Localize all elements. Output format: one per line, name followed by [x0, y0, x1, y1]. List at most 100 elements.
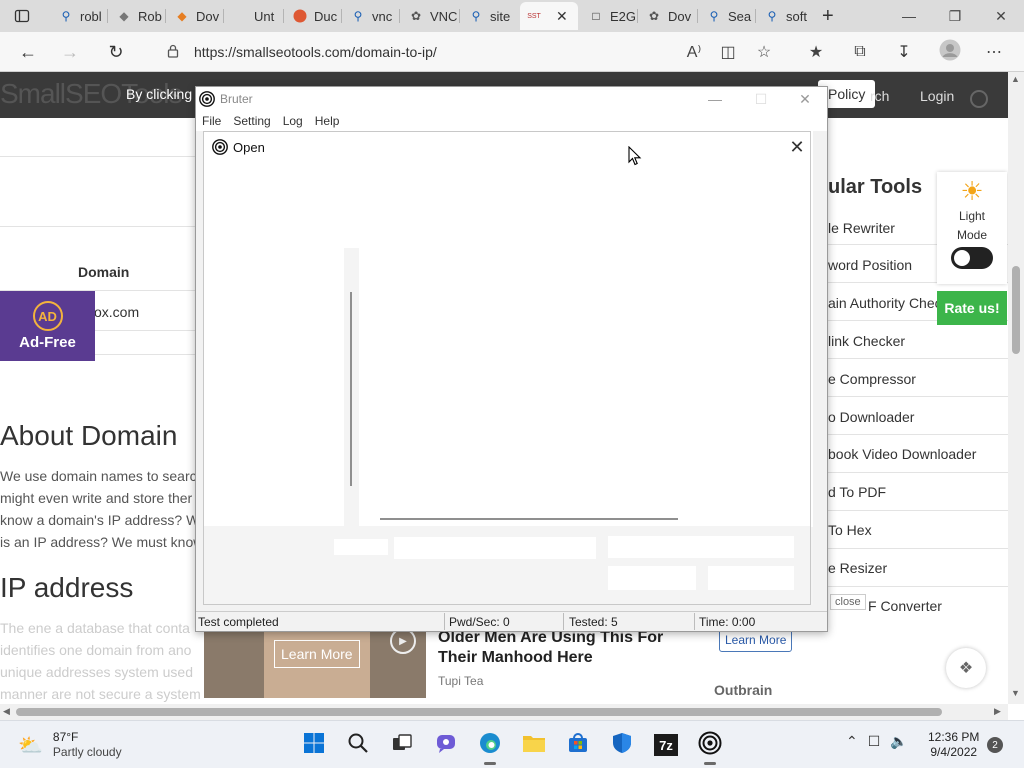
ad-free-button[interactable]: AD Ad-Free: [0, 291, 95, 361]
chevron-up-icon[interactable]: ⌃: [846, 733, 858, 750]
read-aloud-button[interactable]: A⁾: [678, 36, 710, 68]
bruter-taskbar-button[interactable]: [694, 729, 726, 765]
bruter-close-button[interactable]: ✕: [782, 87, 828, 111]
menu-log[interactable]: Log: [277, 111, 309, 131]
ad-close-button[interactable]: close: [830, 594, 866, 610]
search-link[interactable]: rch: [870, 88, 889, 104]
tab-12[interactable]: ⚲ soft: [758, 2, 814, 30]
tab-6[interactable]: ✿ VNC: [402, 2, 460, 30]
tool-link[interactable]: book Video Downloader: [828, 446, 976, 462]
maximize-icon: ☐: [754, 90, 768, 107]
favorites-button[interactable]: ★: [800, 36, 832, 68]
tab-3[interactable]: Unt: [226, 2, 284, 30]
tab-1[interactable]: ◆ Rob: [110, 2, 166, 30]
store-button[interactable]: [562, 729, 594, 761]
reader-view-button[interactable]: ◫: [712, 36, 744, 68]
refresh-button[interactable]: ↻: [100, 36, 132, 68]
file-explorer-button[interactable]: [518, 729, 550, 761]
tab-5[interactable]: ⚲ vnc: [344, 2, 400, 30]
7zip-button[interactable]: 7z: [650, 729, 682, 761]
bug-report-button[interactable]: ❖: [946, 648, 986, 688]
tool-link[interactable]: ain Authority Chec: [828, 295, 942, 311]
profile-button[interactable]: [934, 36, 966, 68]
close-icon: ✕: [995, 7, 1007, 24]
light-mode-toggle[interactable]: [951, 247, 993, 269]
edge-button[interactable]: [474, 729, 506, 765]
taskbar-search-button[interactable]: [342, 729, 374, 761]
outbrain-logo[interactable]: Outbrain: [714, 682, 772, 698]
bruter-status-bar: Test completed Pwd/Sec: 0 Tested: 5 Time…: [196, 611, 827, 631]
paragraph-line: We use domain names to searc: [0, 468, 197, 484]
tab-8-active[interactable]: SST ✕: [520, 2, 578, 30]
restore-button[interactable]: ❐: [932, 0, 978, 32]
tab-9[interactable]: □ E2G: [582, 2, 638, 30]
tool-link[interactable]: F Converter: [868, 598, 942, 614]
tab-0[interactable]: ⚲ robl: [52, 2, 108, 30]
tool-link[interactable]: link Checker: [828, 333, 905, 349]
horizontal-scrollbar[interactable]: ◀ ▶: [0, 704, 1008, 720]
tool-link[interactable]: e Compressor: [828, 371, 916, 387]
tool-link[interactable]: le Rewriter: [828, 220, 895, 236]
outbrain-ad[interactable]: Learn More ▶ Older Men Are Using This Fo…: [204, 628, 804, 698]
bruter-title-bar[interactable]: Bruter — ☐ ✕: [196, 87, 827, 111]
file-explorer-icon: [522, 732, 546, 759]
open-dialog-close-button[interactable]: ✕: [786, 136, 808, 158]
start-button[interactable]: [298, 729, 330, 761]
mouse-cursor-icon: [628, 145, 642, 166]
search-icon[interactable]: [970, 90, 988, 108]
notification-badge[interactable]: 2: [987, 737, 1003, 753]
close-browser-button[interactable]: ✕: [978, 0, 1024, 32]
tab-11[interactable]: ⚲ Sea: [700, 2, 756, 30]
tab-actions-button[interactable]: [8, 2, 44, 30]
ad-headline[interactable]: Older Men Are Using This For Their Manho…: [438, 628, 698, 668]
defender-button[interactable]: [606, 729, 638, 761]
forward-button[interactable]: →: [54, 36, 86, 68]
url-bar[interactable]: https://smallseotools.com/domain-to-ip/: [150, 37, 710, 67]
add-favorite-button[interactable]: ☆: [748, 36, 780, 68]
scroll-right-icon[interactable]: ▶: [994, 706, 1001, 717]
menu-file[interactable]: File: [196, 111, 227, 131]
clock[interactable]: 12:36 PM 9/4/2022: [928, 730, 979, 760]
bruter-minimize-button[interactable]: —: [692, 87, 738, 111]
tool-link[interactable]: word Position: [828, 257, 912, 273]
network-icon[interactable]: ☐: [868, 733, 881, 750]
volume-icon[interactable]: 🔈: [890, 733, 907, 750]
downloads-button[interactable]: ↧: [888, 36, 920, 68]
tool-link[interactable]: o Downloader: [828, 409, 914, 425]
vertical-scrollbar[interactable]: ▲ ▼: [1008, 72, 1024, 704]
menu-setting[interactable]: Setting: [227, 111, 276, 131]
scroll-left-icon[interactable]: ◀: [3, 706, 10, 717]
tab-7[interactable]: ⚲ site: [462, 2, 518, 30]
tab-4[interactable]: Duc: [286, 2, 342, 30]
task-view-button[interactable]: [386, 729, 418, 761]
ad-learn-more-overlay[interactable]: Learn More: [274, 640, 360, 668]
tab-10[interactable]: ✿ Dov: [640, 2, 698, 30]
ghost-scroll-thumb: [350, 292, 352, 486]
menu-help[interactable]: Help: [309, 111, 346, 131]
tab-2[interactable]: ◆ Dov: [168, 2, 224, 30]
scroll-up-icon[interactable]: ▲: [1011, 74, 1020, 84]
login-link[interactable]: Login: [920, 88, 954, 104]
tool-link[interactable]: e Resizer: [828, 560, 887, 576]
weather-widget[interactable]: ⛅ 87°F Partly cloudy: [18, 730, 122, 760]
minimize-button[interactable]: —: [886, 0, 932, 32]
collections-button[interactable]: ⧉: [844, 36, 876, 68]
ad-image[interactable]: Learn More ▶: [204, 628, 426, 698]
close-tab-icon[interactable]: ✕: [556, 8, 568, 25]
tool-link[interactable]: d To PDF: [828, 484, 886, 500]
vertical-scroll-thumb[interactable]: [1012, 266, 1020, 354]
back-button[interactable]: ←: [12, 36, 44, 68]
settings-more-button[interactable]: ⋯: [978, 36, 1010, 68]
bruter-maximize-button[interactable]: ☐: [738, 87, 784, 111]
rate-us-button[interactable]: Rate us!: [937, 291, 1007, 325]
site-icon: ✿: [410, 9, 422, 23]
horizontal-scroll-thumb[interactable]: [16, 708, 942, 716]
scroll-down-icon[interactable]: ▼: [1011, 688, 1020, 698]
paragraph-line: is an IP address? We must know: [0, 534, 204, 550]
new-tab-button[interactable]: +: [816, 2, 844, 30]
tool-link[interactable]: To Hex: [828, 522, 872, 538]
avatar: [939, 39, 961, 66]
faded-paragraph-line: unique addresses system used: [0, 664, 193, 680]
document-icon: □: [592, 9, 600, 23]
chat-button[interactable]: [430, 729, 462, 761]
